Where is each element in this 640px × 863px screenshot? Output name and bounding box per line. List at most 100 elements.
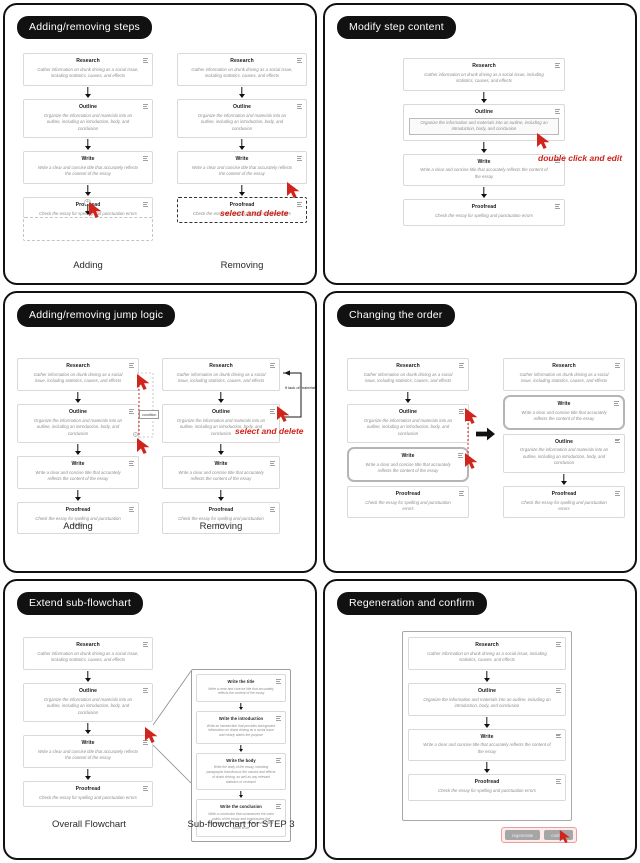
substep-card-title[interactable]: Write the title Write a clear and concis… <box>196 674 286 703</box>
step-card-outline[interactable]: Outline Organize the information and mat… <box>503 433 625 473</box>
step-menu-icon[interactable] <box>276 679 281 684</box>
step-menu-icon[interactable] <box>458 452 463 458</box>
step-menu-icon[interactable] <box>614 400 619 406</box>
step-title: Write <box>71 460 85 467</box>
step-menu-icon[interactable] <box>276 716 281 721</box>
panel-title: Adding/removing jump logic <box>17 304 176 327</box>
step-card-outline[interactable]: Outline Organize the information and mat… <box>347 403 469 443</box>
step-card-research[interactable]: Research Gather information on drunk dri… <box>17 358 139 391</box>
step-card-research[interactable]: Research Gather information on drunk dri… <box>347 358 469 391</box>
step-menu-icon[interactable] <box>556 642 561 647</box>
step-card-proofread[interactable]: Proofread Check the essay for spelling a… <box>408 774 566 801</box>
step-card-write-dragged[interactable]: Write Write a clear and concise title th… <box>347 446 469 482</box>
step-menu-icon[interactable] <box>143 103 148 109</box>
step-menu-icon[interactable] <box>297 103 302 109</box>
flow-arrow <box>23 670 153 683</box>
flow-arrow <box>17 443 139 456</box>
step-card-research[interactable]: Research Gather information on drunk dri… <box>162 358 280 391</box>
step-card-proofread[interactable]: Proofread Check the essay for spelling a… <box>347 485 469 519</box>
empty-step-placeholder[interactable] <box>23 217 153 241</box>
step-desc: Write a clear and concise title that acc… <box>178 469 264 482</box>
caption-subflowchart: Sub-flowchart for STEP 3 <box>187 819 295 830</box>
substep-card-body[interactable]: Write the body Write the body of the ess… <box>196 752 286 791</box>
step-card-research[interactable]: Research Gather information on drunk dri… <box>403 58 565 91</box>
step-menu-icon[interactable] <box>276 757 281 763</box>
step-menu-icon[interactable] <box>615 438 620 444</box>
step-card-write[interactable]: Write Write a clear and concise title th… <box>17 455 139 489</box>
step-title: Research <box>230 58 254 64</box>
caption-removing: Removing <box>220 260 264 271</box>
step-card-outline[interactable]: Outline Organize the information and mat… <box>408 682 566 716</box>
step-desc: Write a clear and concise title that acc… <box>37 164 139 177</box>
step-menu-icon[interactable] <box>556 733 561 739</box>
step-card-outline[interactable]: Outline Organize the information and mat… <box>177 98 307 138</box>
panel-extend-subflowchart: Extend sub-flowchart Research Gather inf… <box>3 579 317 860</box>
step-menu-icon[interactable] <box>556 687 561 693</box>
step-card-research[interactable]: Research Gather information on drunk dri… <box>503 358 625 391</box>
flow-arrow <box>23 184 153 197</box>
step-title: Proofread <box>471 204 497 211</box>
step-card-write[interactable]: Write Write a clear and concise title th… <box>23 734 153 768</box>
step-card-outline[interactable]: Outline Organize the information and mat… <box>23 682 153 722</box>
flow-jump-adding: Research Gather information on drunk dri… <box>17 358 139 535</box>
step-menu-icon[interactable] <box>615 490 620 496</box>
step-menu-icon[interactable] <box>129 408 134 414</box>
step-menu-icon[interactable] <box>276 804 281 810</box>
step-menu-icon[interactable] <box>555 204 560 210</box>
flow-arrow <box>403 186 565 199</box>
step-card-write[interactable]: Write Write a clear and concise title th… <box>177 150 307 184</box>
mouse-cursor-icon <box>559 830 570 843</box>
substep-title: Write the conclusion <box>220 804 262 810</box>
panel-jump-logic: Adding/removing jump logic Research Gath… <box>3 291 317 573</box>
step-card-outline[interactable]: Outline Organize the information and mat… <box>17 403 139 443</box>
step-menu-icon[interactable] <box>270 460 275 466</box>
step-menu-icon[interactable] <box>143 58 148 63</box>
step-card-outline[interactable]: Outline Organize the information and mat… <box>162 403 280 443</box>
step-menu-icon[interactable] <box>143 687 148 693</box>
step-menu-icon[interactable] <box>555 63 560 68</box>
regenerate-button[interactable]: regenerate <box>505 830 541 840</box>
step-menu-icon[interactable] <box>297 201 302 207</box>
step-card-research[interactable]: Research Gather information on drunk dri… <box>408 637 566 670</box>
step-menu-icon[interactable] <box>129 460 134 466</box>
flow-arrow <box>408 716 566 729</box>
step-title: Outline <box>232 103 252 110</box>
step-title: Write <box>480 733 494 740</box>
step-card-proofread[interactable]: Proofread Check the essay for spelling a… <box>403 199 565 226</box>
step-card-write-moved[interactable]: Write Write a clear and concise title th… <box>503 394 625 430</box>
step-card-research[interactable]: Research Gather information on drunk dri… <box>177 53 307 86</box>
jump-condition-label[interactable]: condition <box>139 410 160 419</box>
step-title: Outline <box>398 408 418 415</box>
step-card-research[interactable]: Research Gather information on drunk dri… <box>23 637 153 670</box>
step-menu-icon[interactable] <box>297 155 302 161</box>
step-title: Write <box>81 739 95 746</box>
step-card-research[interactable]: Research Gather information on drunk dri… <box>23 53 153 86</box>
flow-arrow <box>196 702 286 711</box>
step-menu-icon[interactable] <box>143 155 148 161</box>
step-card-proofread[interactable]: Proofread Check the essay for spelling a… <box>23 780 153 807</box>
step-menu-icon[interactable] <box>129 506 134 512</box>
step-card-write[interactable]: Write Write a clear and concise title th… <box>408 728 566 762</box>
step-desc: Gather information on drunk driving as a… <box>33 371 123 384</box>
step-menu-icon[interactable] <box>143 642 148 647</box>
step-menu-icon[interactable] <box>143 785 148 791</box>
mouse-cursor-icon <box>277 406 290 422</box>
step-title: Write <box>557 400 571 407</box>
step-title: Outline <box>477 687 497 694</box>
step-menu-icon[interactable] <box>270 506 275 512</box>
step-desc: Write a clear and concise title that acc… <box>191 164 293 177</box>
step-menu-icon[interactable] <box>129 363 134 368</box>
step-desc: Write a clear and concise title that acc… <box>423 742 551 754</box>
step-menu-icon[interactable] <box>297 58 302 63</box>
step-menu-icon[interactable] <box>459 363 464 368</box>
step-menu-icon[interactable] <box>615 363 620 368</box>
step-menu-icon[interactable] <box>459 490 464 496</box>
step-card-proofread[interactable]: Proofread Check the essay for spelling a… <box>503 485 625 519</box>
substep-card-introduction[interactable]: Write the introduction Write an introduc… <box>196 711 286 744</box>
step-card-write[interactable]: Write Write a clear and concise title th… <box>162 455 280 489</box>
substep-title: Write the body <box>226 757 256 763</box>
step-menu-icon[interactable] <box>556 779 561 785</box>
step-menu-icon[interactable] <box>555 108 560 114</box>
step-card-write[interactable]: Write Write a clear and concise title th… <box>23 150 153 184</box>
step-card-outline[interactable]: Outline Organize the information and mat… <box>23 98 153 138</box>
